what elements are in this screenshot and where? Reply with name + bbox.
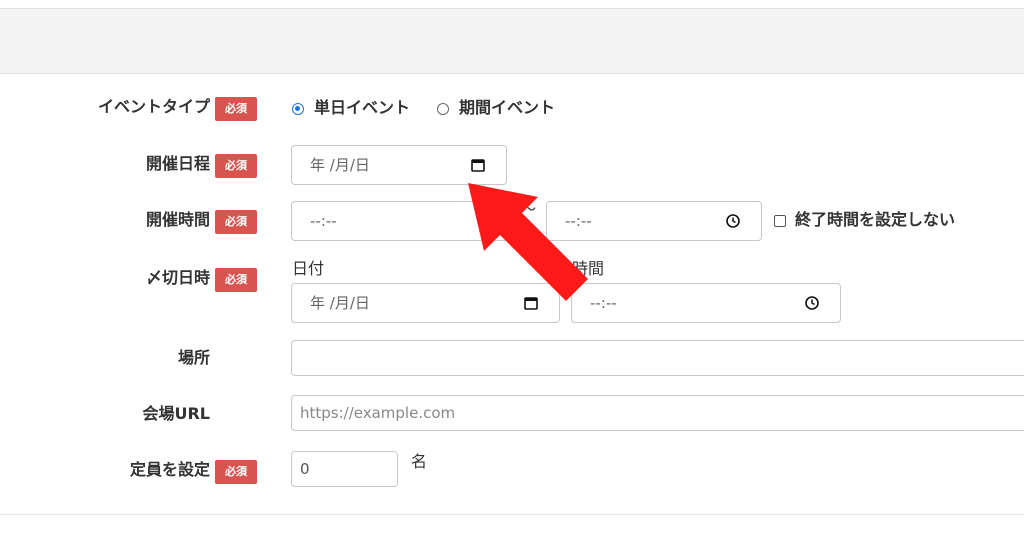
bottom-divider xyxy=(0,514,1024,515)
no-end-time-label[interactable]: 終了時間を設定しない xyxy=(795,210,955,230)
no-end-time-checkbox[interactable] xyxy=(774,215,786,227)
deadline-label: 〆切日時 xyxy=(145,268,210,287)
single-day-radio[interactable] xyxy=(292,103,304,115)
calendar-icon[interactable] xyxy=(470,157,486,173)
required-badge: 必須 xyxy=(215,460,257,484)
capacity-input[interactable]: 0 xyxy=(291,451,398,487)
start-time-placeholder: --:-- xyxy=(310,212,337,230)
venue-url-input[interactable]: https://example.com xyxy=(291,395,1024,431)
clock-icon[interactable] xyxy=(804,295,820,311)
event-type-label: イベントタイプ xyxy=(97,97,210,116)
event-date-label: 開催日程 xyxy=(145,154,210,173)
clock-icon[interactable] xyxy=(725,213,741,229)
required-badge: 必須 xyxy=(215,97,257,121)
red-arrow-annotation xyxy=(468,183,588,301)
single-day-label[interactable]: 単日イベント xyxy=(314,98,410,118)
required-badge: 必須 xyxy=(215,154,257,178)
deadline-date-placeholder: 年 /月/日 xyxy=(310,294,370,312)
required-badge: 必須 xyxy=(215,210,257,234)
venue-label: 場所 xyxy=(177,348,210,367)
capacity-unit: 名 xyxy=(411,452,428,471)
capacity-label: 定員を設定 xyxy=(129,460,210,479)
capacity-value: 0 xyxy=(300,460,310,478)
venue-input[interactable] xyxy=(291,340,1024,376)
deadline-time-input[interactable]: --:-- xyxy=(571,283,841,323)
venue-url-label: 会場URL xyxy=(142,404,210,423)
top-bar xyxy=(0,8,1024,74)
event-date-placeholder: 年 /月/日 xyxy=(310,156,370,174)
required-badge: 必須 xyxy=(215,268,257,292)
event-time-label: 開催時間 xyxy=(145,210,210,229)
venue-url-placeholder: https://example.com xyxy=(300,404,456,422)
multi-day-radio[interactable] xyxy=(437,103,449,115)
multi-day-label[interactable]: 期間イベント xyxy=(459,98,555,118)
deadline-date-label: 日付 xyxy=(292,259,325,278)
